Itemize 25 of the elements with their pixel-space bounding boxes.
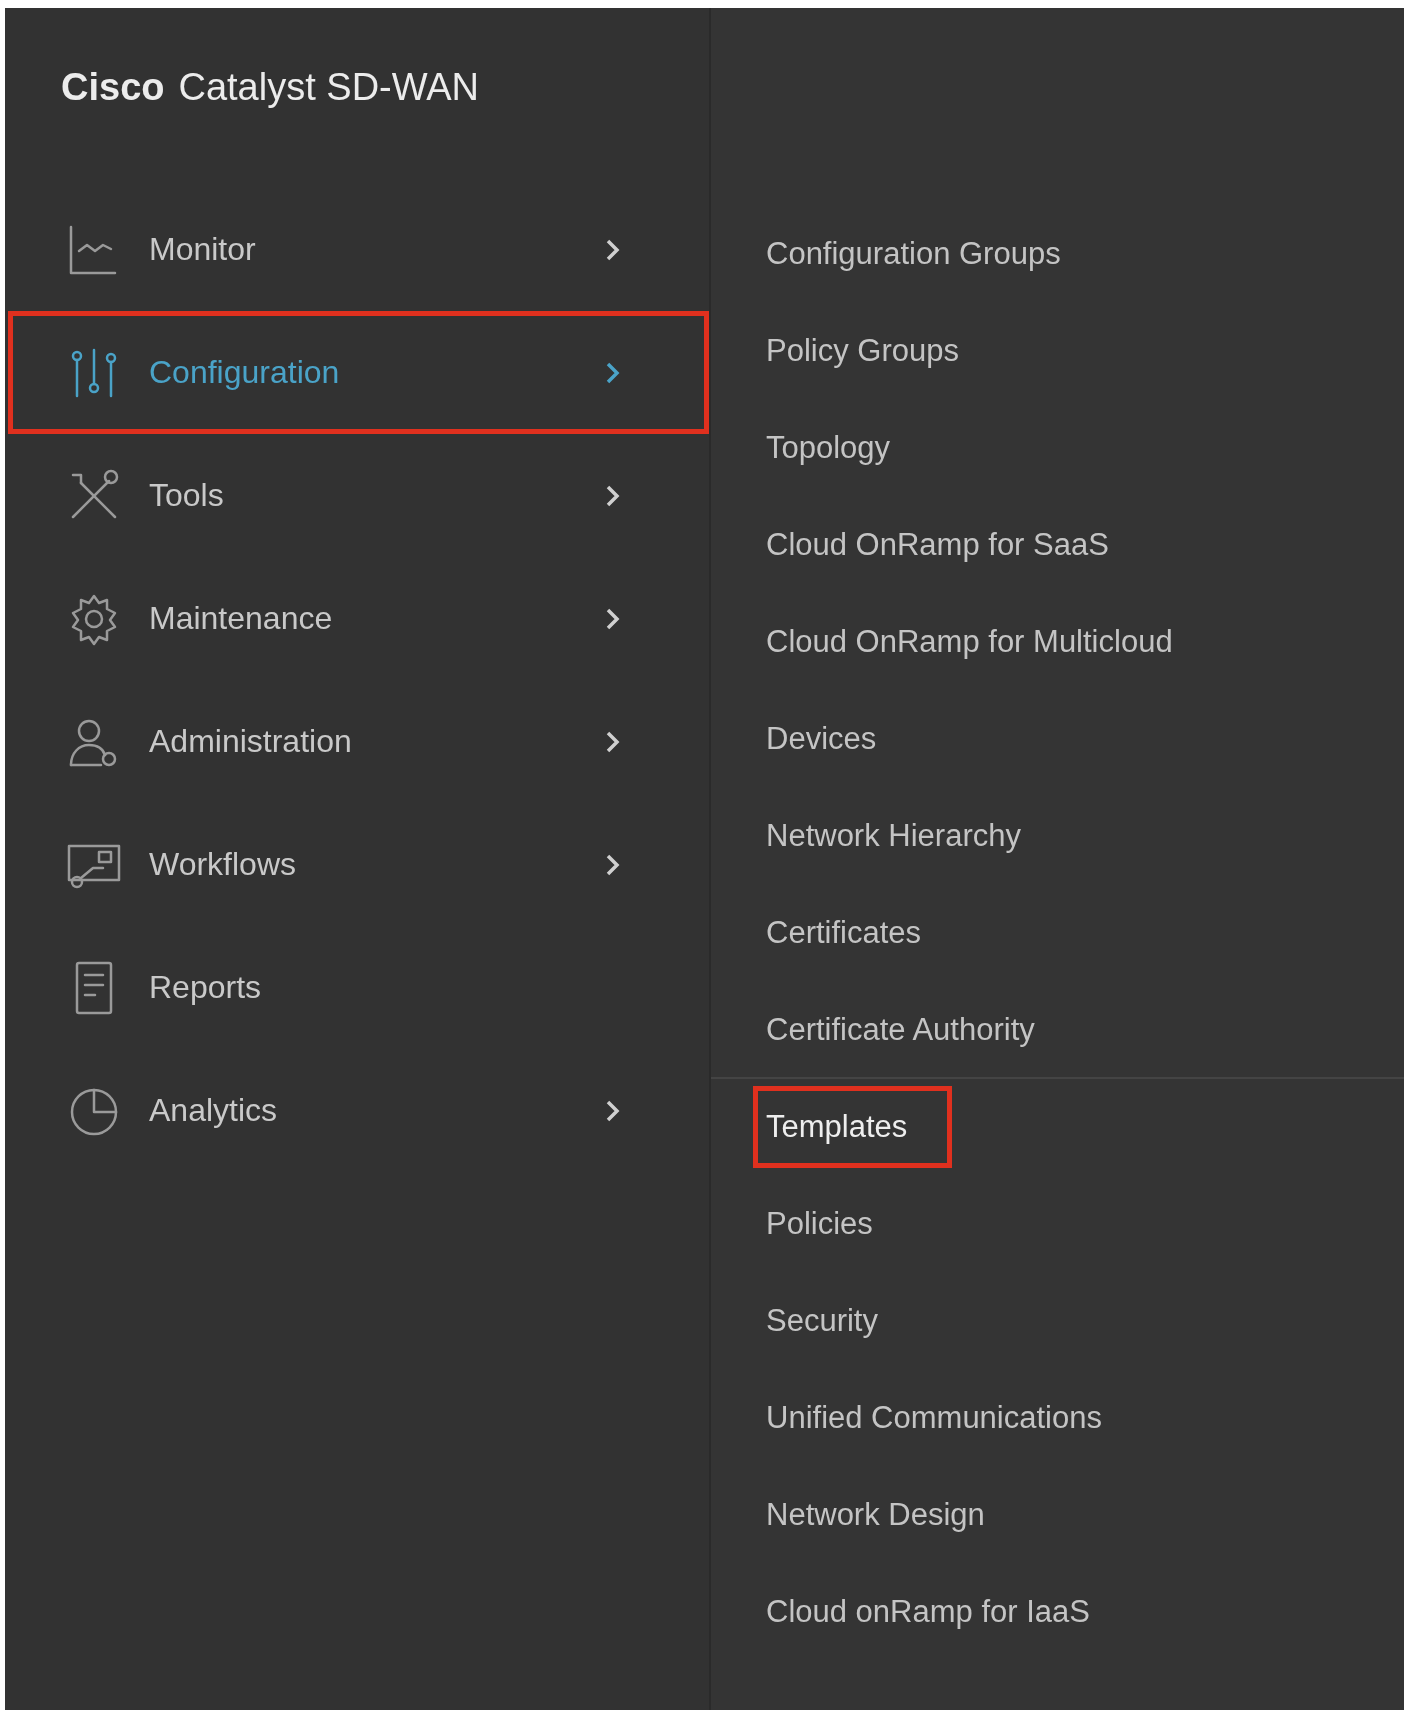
submenu-item[interactable]: Devices xyxy=(753,697,922,780)
submenu-item[interactable]: Policy Groups xyxy=(753,309,1004,392)
menu-item[interactable]: Administration xyxy=(8,680,709,803)
submenu-item[interactable]: Templates xyxy=(753,1085,953,1168)
menu-item[interactable]: Tools xyxy=(8,434,709,557)
menu-item[interactable]: Workflows xyxy=(8,803,709,926)
submenu-item[interactable]: Topology xyxy=(753,406,936,489)
submenu-item[interactable]: Security xyxy=(753,1279,923,1362)
submenu-item[interactable]: Certificates xyxy=(753,891,967,974)
submenu-item[interactable]: Cloud OnRamp for Multicloud xyxy=(753,600,1218,683)
submenu-item[interactable]: Policies xyxy=(753,1182,918,1265)
menu-item[interactable]: Maintenance xyxy=(8,557,709,680)
submenu-item[interactable]: Configuration Groups xyxy=(753,212,1106,295)
brand-name: Cisco xyxy=(61,66,165,109)
menu-item[interactable]: Configuration xyxy=(8,311,709,434)
menu-item[interactable]: Reports xyxy=(8,926,709,1049)
submenu-item[interactable]: Certificate Authority xyxy=(753,988,1080,1071)
product-name: Catalyst SD-WAN xyxy=(178,66,479,109)
submenu-item[interactable]: Network Hierarchy xyxy=(753,794,1066,877)
submenu-item[interactable]: Cloud onRamp for IaaS xyxy=(753,1570,1135,1653)
submenu-item[interactable]: Network Design xyxy=(753,1473,1030,1556)
menu-item[interactable]: Analytics xyxy=(8,1049,709,1172)
submenu-item[interactable]: Cloud OnRamp for SaaS xyxy=(753,503,1154,586)
menu-item[interactable]: Monitor xyxy=(8,188,709,311)
submenu-item[interactable]: Unified Communications xyxy=(753,1376,1147,1459)
